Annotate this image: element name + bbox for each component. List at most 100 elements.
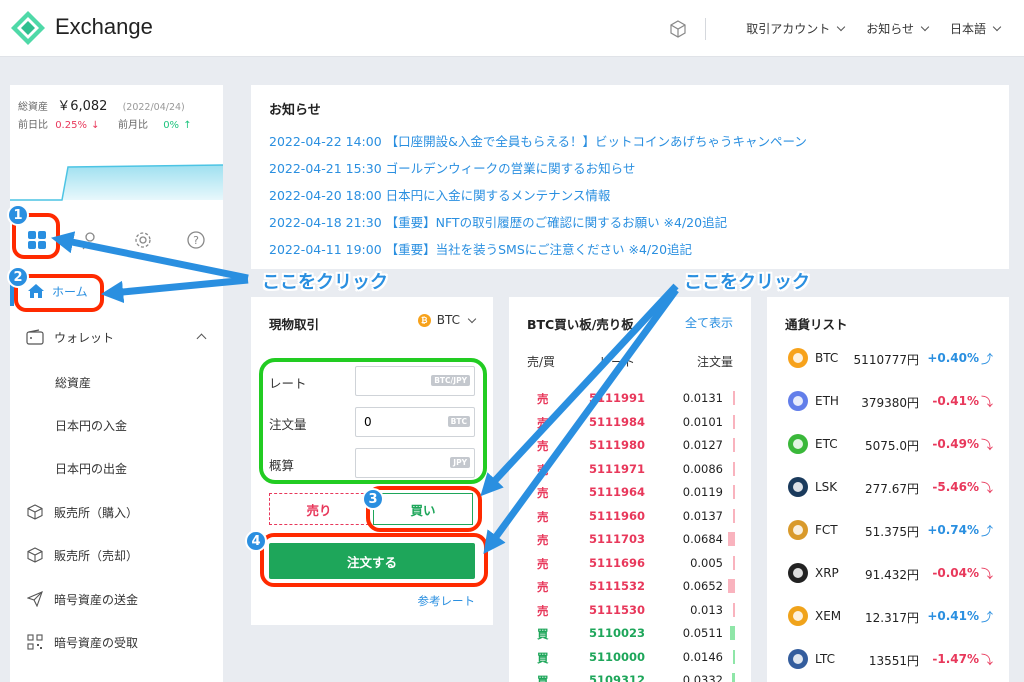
help-icon[interactable]: ? — [185, 229, 207, 251]
order-rate: 5110023 — [589, 626, 646, 640]
table-row[interactable]: 買 5110023 0.0511 — [509, 622, 751, 645]
currency-row[interactable]: LSK 277.67円 -5.46% ⤵ — [767, 474, 1009, 504]
quantity-input[interactable]: BTC — [355, 407, 475, 437]
currency-row[interactable]: ETC 5075.0円 -0.49% ⤵ — [767, 431, 1009, 461]
menu-notices[interactable]: お知らせ — [866, 20, 930, 37]
currency-symbol: LSK — [815, 480, 838, 494]
logo-icon[interactable] — [10, 10, 46, 46]
sidebar-item-label: ウォレット — [54, 330, 115, 345]
gear-icon[interactable] — [132, 229, 154, 251]
rate-unit: BTC/JPY — [431, 375, 470, 386]
depth-bar — [733, 508, 735, 523]
depth-bar — [733, 391, 735, 405]
notice-panel: お知らせ 2022-04-22 14:00 【口座開設&入金で全員もらえる！】ビ… — [251, 85, 1009, 269]
table-row[interactable]: 売 5111980 0.0127 — [509, 434, 751, 457]
col-qty: 注文量 — [696, 355, 733, 369]
sidebar-item-receive-crypto[interactable]: 暗号資産の受取 — [10, 631, 223, 653]
order-book-title: BTC買い板/売り板 — [527, 317, 634, 332]
table-row[interactable]: 売 5111530 0.013 — [509, 599, 751, 622]
brand-name: Exchange — [55, 14, 153, 39]
chevron-down-icon — [836, 22, 846, 32]
place-order-button[interactable]: 注文する — [269, 543, 475, 579]
fct-coin-icon — [787, 519, 809, 541]
coin-selector[interactable]: ₿ BTC — [417, 313, 477, 327]
paper-plane-icon — [26, 590, 44, 608]
month-change-label: 前月比 — [118, 120, 148, 131]
table-row[interactable]: 売 5111964 0.0119 — [509, 481, 751, 504]
dashboard-grid-icon[interactable] — [26, 229, 48, 251]
menu-label: 取引アカウント — [746, 22, 831, 36]
table-row[interactable]: 売 5111960 0.0137 — [509, 505, 751, 528]
trend-down-icon: ⤵ — [980, 481, 993, 495]
sidebar-item-buy-store[interactable]: 販売所（購入） — [10, 501, 223, 523]
trend-down-icon: ⤵ — [980, 567, 993, 581]
sidebar-item-send-crypto[interactable]: 暗号資産の送金 — [10, 588, 223, 610]
sidebar-item-home[interactable]: ホーム — [10, 280, 223, 302]
currency-row[interactable]: FCT 51.375円 +0.74% ⤴ — [767, 517, 1009, 547]
cube-icon[interactable] — [669, 19, 687, 38]
buy-button[interactable]: 買い — [373, 493, 473, 525]
sidebar-item-label: 販売所（購入） — [54, 505, 139, 520]
notice-link[interactable]: 2022-04-18 21:30 【重要】NFTの取引履歴のご確認に関するお願い… — [269, 209, 991, 236]
currency-price: 277.67円 — [865, 482, 919, 496]
table-row[interactable]: 買 5109312 0.0332 — [509, 669, 751, 682]
sell-button[interactable]: 売り — [269, 493, 369, 525]
reference-rate-link[interactable]: 参考レート — [418, 593, 476, 609]
sidebar-subitem-jpy-deposit[interactable]: 日本円の入金 — [55, 417, 127, 434]
rate-input[interactable]: BTC/JPY — [355, 366, 475, 396]
top-menu: 取引アカウント お知らせ 日本語 — [669, 0, 1002, 57]
currency-price: 91.432円 — [865, 568, 919, 582]
menu-language[interactable]: 日本語 — [949, 20, 1002, 37]
user-icon[interactable] — [79, 229, 101, 251]
order-side: 売 — [537, 415, 549, 430]
btc-icon: ₿ — [417, 313, 431, 327]
coin-selector-value: BTC — [436, 313, 460, 327]
total-assets-date: (2022/04/24) — [122, 102, 185, 113]
order-side: 売 — [537, 580, 549, 594]
currency-row[interactable]: XEM 12.317円 +0.41% ⤴ — [767, 603, 1009, 633]
estimate-label: 概算 — [269, 458, 295, 473]
currency-price: 5075.0円 — [865, 439, 919, 453]
show-all-link[interactable]: 全て表示 — [685, 314, 733, 331]
table-row[interactable]: 売 5111971 0.0086 — [509, 458, 751, 481]
quantity-label: 注文量 — [269, 417, 307, 432]
depth-bar — [733, 461, 735, 476]
estimate-input[interactable]: JPY — [355, 448, 475, 478]
order-quantity: 0.0684 — [682, 532, 723, 546]
table-row[interactable]: 売 5111991 0.0131 — [509, 387, 751, 410]
menu-trading-account[interactable]: 取引アカウント — [746, 20, 846, 37]
sidebar-subitem-jpy-withdraw[interactable]: 日本円の出金 — [55, 460, 127, 477]
sidebar-item-label: 販売所（売却） — [54, 548, 139, 563]
order-quantity: 0.0119 — [682, 485, 723, 499]
table-row[interactable]: 売 5111696 0.005 — [509, 552, 751, 575]
currency-row[interactable]: XRP 91.432円 -0.04% ⤵ — [767, 560, 1009, 590]
sidebar-subitem-total-assets[interactable]: 総資産 — [55, 374, 91, 391]
notice-link[interactable]: 2022-04-21 15:30 ゴールデンウィークの営業に関するお知らせ — [269, 155, 991, 182]
spot-title: 現物取引 — [269, 317, 320, 332]
table-row[interactable]: 買 5110000 0.0146 — [509, 646, 751, 669]
notice-link[interactable]: 2022-04-20 18:00 日本円に入金に関するメンテナンス情報 — [269, 182, 991, 209]
currency-row[interactable]: BTC 5110777円 +0.40% ⤴ — [767, 345, 1009, 375]
notice-link[interactable]: 2022-04-22 14:00 【口座開設&入金で全員もらえる！】ビットコイン… — [269, 128, 991, 155]
col-rate: レート — [599, 355, 636, 369]
annotation-click-here-left: ここをクリック — [262, 272, 388, 293]
day-change-label: 前日比 — [18, 120, 48, 131]
chevron-down-icon — [992, 22, 1002, 32]
currency-price: 379380円 — [861, 396, 919, 410]
chevron-up-icon[interactable] — [196, 333, 207, 344]
rate-field[interactable] — [356, 367, 436, 395]
arrow-up-icon: ↑ — [183, 120, 192, 131]
table-row[interactable]: 売 5111984 0.0101 — [509, 411, 751, 434]
table-row[interactable]: 売 5111703 0.0684 — [509, 528, 751, 551]
sidebar-item-sell-store[interactable]: 販売所（売却） — [10, 544, 223, 566]
sidebar-item-wallet[interactable]: ウォレット — [10, 326, 223, 348]
estimate-field[interactable] — [356, 449, 436, 477]
notice-link[interactable]: 2022-04-11 19:00 【重要】当社を装うSMSにご注意ください ※4… — [269, 236, 991, 263]
menu-label: 日本語 — [949, 22, 986, 36]
quantity-field[interactable] — [356, 408, 436, 436]
currency-price: 51.375円 — [865, 525, 919, 539]
currency-row[interactable]: LTC 13551円 -1.47% ⤵ — [767, 646, 1009, 676]
currency-row[interactable]: ETH 379380円 -0.41% ⤵ — [767, 388, 1009, 418]
table-row[interactable]: 売 5111532 0.0652 — [509, 575, 751, 598]
asset-sparkline — [10, 164, 223, 201]
